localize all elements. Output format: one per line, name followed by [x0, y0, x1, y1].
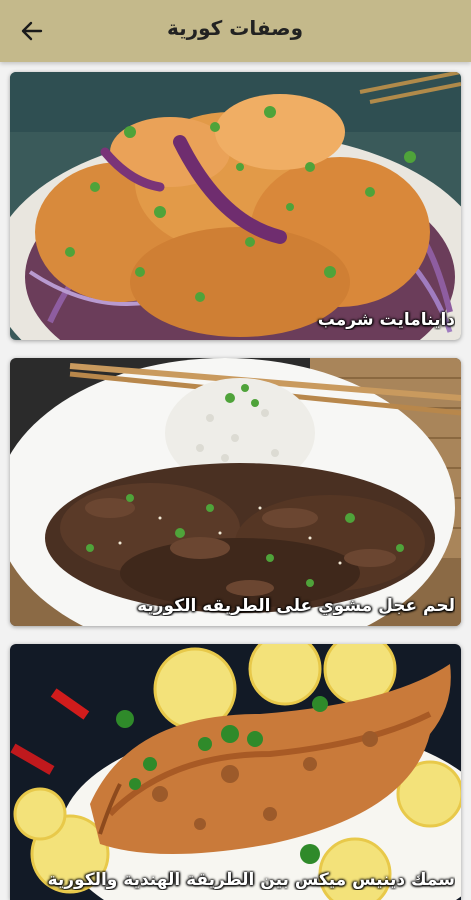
recipe-title: سمك دينيس ميكس بين الطريقة الهندية والكو… [47, 870, 455, 890]
arrow-left-icon [18, 17, 46, 45]
recipe-card-korean-beef[interactable]: لحم عجل مشوي على الطريقه الكوريه [10, 358, 461, 626]
recipe-image [10, 358, 461, 626]
recipe-image [10, 644, 461, 900]
recipe-card-fish[interactable]: سمك دينيس ميكس بين الطريقة الهندية والكو… [10, 644, 461, 900]
recipe-card-dynamite-shrimp[interactable]: داينامايت شرمب [10, 72, 461, 340]
recipe-title: لحم عجل مشوي على الطريقه الكوريه [137, 596, 455, 616]
recipe-title: داينامايت شرمب [317, 310, 455, 330]
app-bar: وصفات كورية [0, 0, 471, 62]
back-button[interactable] [18, 17, 46, 45]
page-title: وصفات كورية [166, 16, 303, 40]
recipe-image [10, 72, 461, 340]
